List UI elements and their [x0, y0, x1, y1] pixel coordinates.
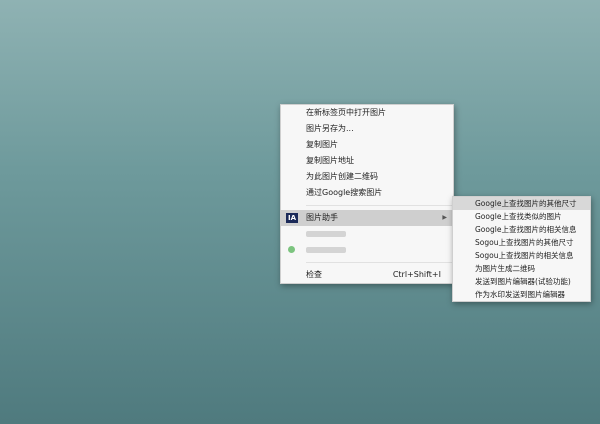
extension-icon: [288, 246, 295, 253]
menu-item-image-assistant[interactable]: IA 图片助手 ▶: [281, 210, 453, 226]
submenu-item-sogou-other-sizes[interactable]: Sogou上查找图片的其他尺寸: [453, 236, 590, 249]
submenu-arrow-icon: ▶: [442, 214, 447, 221]
context-menu: 在新标签页中打开图片 图片另存为... 复制图片 复制图片地址 为此图片创建二维…: [280, 104, 454, 284]
blurred-label: [306, 231, 346, 237]
menu-item-save-image-as[interactable]: 图片另存为...: [281, 121, 453, 137]
menu-item-copy-image-address[interactable]: 复制图片地址: [281, 153, 453, 169]
menu-item-copy-image[interactable]: 复制图片: [281, 137, 453, 153]
menu-item-create-qr-code[interactable]: 为此图片创建二维码: [281, 169, 453, 185]
submenu-item-google-similar[interactable]: Google上查找类似的图片: [453, 210, 590, 223]
menu-item-blurred[interactable]: [281, 226, 453, 242]
menu-item-label: 检查: [306, 270, 322, 279]
submenu-item-google-info[interactable]: Google上查找图片的相关信息: [453, 223, 590, 236]
menu-separator: [306, 262, 453, 263]
submenu-item-generate-qr[interactable]: 为图片生成二维码: [453, 262, 590, 275]
submenu-item-sogou-info[interactable]: Sogou上查找图片的相关信息: [453, 249, 590, 262]
menu-item-open-image-new-tab[interactable]: 在新标签页中打开图片: [281, 105, 453, 121]
menu-item-inspect[interactable]: 检查 Ctrl+Shift+I: [281, 267, 453, 283]
submenu-item-google-other-sizes[interactable]: Google上查找图片的其他尺寸: [453, 197, 590, 210]
menu-item-label: 图片助手: [306, 213, 338, 222]
menu-separator: [306, 205, 453, 206]
menu-item-blurred[interactable]: [281, 242, 453, 258]
menu-item-search-google[interactable]: 通过Google搜索图片: [281, 185, 453, 201]
image-assistant-submenu: Google上查找图片的其他尺寸 Google上查找类似的图片 Google上查…: [452, 196, 591, 302]
submenu-item-send-to-editor[interactable]: 发送到图片编辑器(试验功能): [453, 275, 590, 288]
shortcut-text: Ctrl+Shift+I: [392, 270, 441, 279]
image-assistant-icon: IA: [286, 213, 298, 223]
blurred-label: [306, 247, 346, 253]
submenu-item-send-watermark[interactable]: 作为水印发送到图片编辑器: [453, 288, 590, 301]
